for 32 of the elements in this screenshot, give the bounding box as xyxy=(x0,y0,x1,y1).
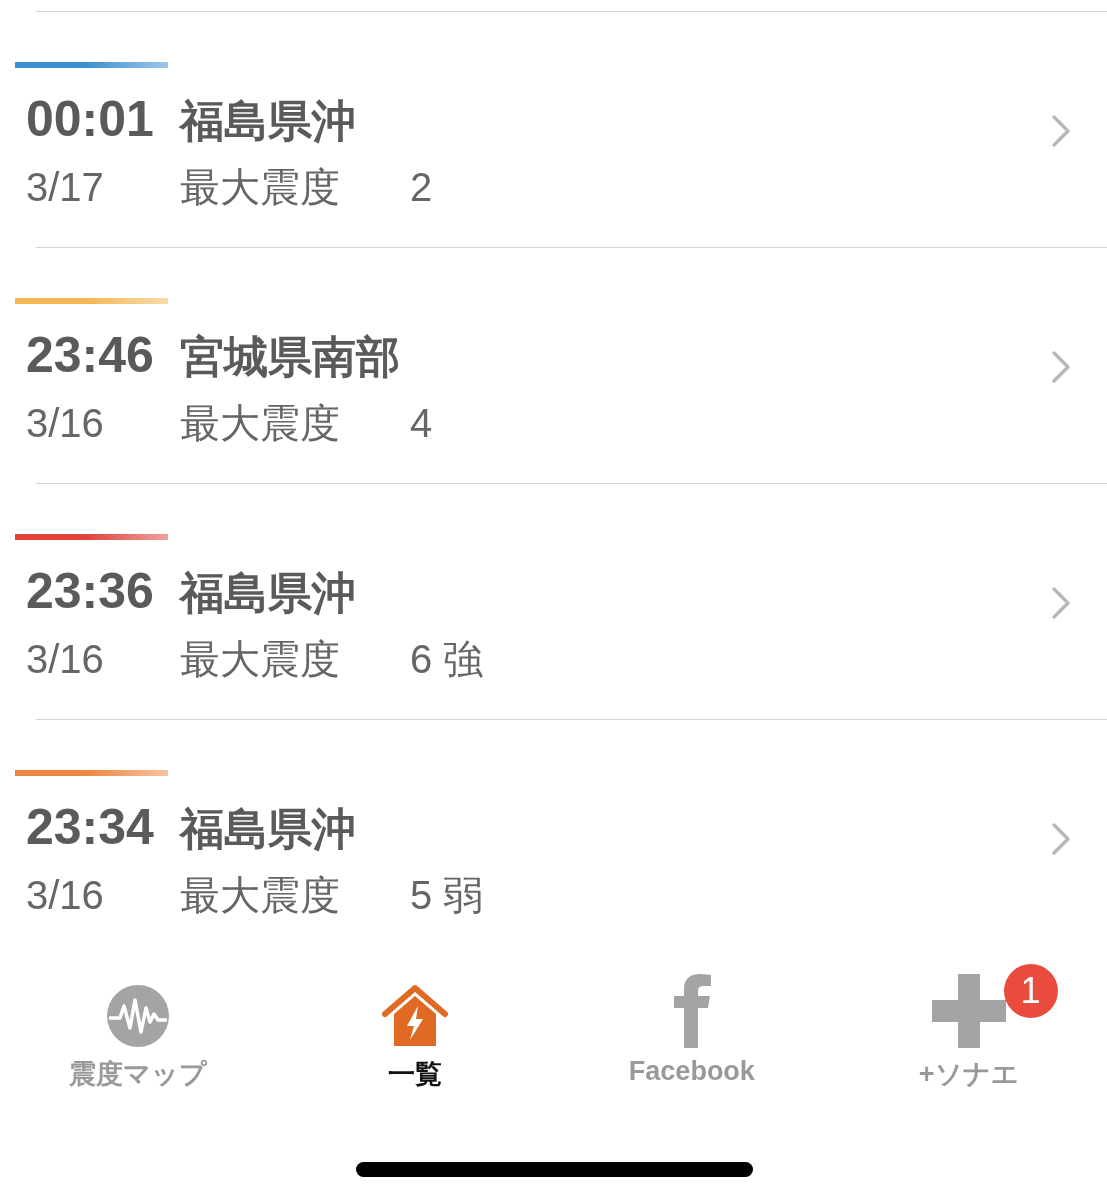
intensity-value: 2 xyxy=(410,165,433,210)
event-location: 福島県沖 xyxy=(180,95,356,147)
event-date: 3/16 xyxy=(26,401,105,446)
waveform-icon xyxy=(106,984,171,1048)
event-date: 3/16 xyxy=(26,873,105,918)
intensity-value: 6 強 xyxy=(410,636,484,683)
chevron-icon[interactable] xyxy=(1051,114,1071,148)
notification-badge: 1 xyxy=(1003,964,1058,1018)
event-location: 福島県沖 xyxy=(180,803,356,855)
intensity-value: 5 弱 xyxy=(410,872,484,919)
event-time: 00:01 xyxy=(26,90,155,148)
event-time: 23:46 xyxy=(26,326,155,384)
house-bolt-icon xyxy=(382,984,449,1048)
intensity-label: 最大震度 xyxy=(180,400,341,447)
tab[interactable]: 一覧 xyxy=(276,968,554,1092)
tab[interactable]: 震度マップ xyxy=(0,968,277,1092)
event-location: 宮城県南部 xyxy=(180,331,400,383)
intensity-label: 最大震度 xyxy=(180,164,341,211)
chevron-icon[interactable] xyxy=(1051,586,1071,620)
event-time: 23:36 xyxy=(26,562,155,620)
tab[interactable]: Facebook xyxy=(553,968,831,1092)
event-date: 3/17 xyxy=(26,165,105,210)
chevron-icon[interactable] xyxy=(1051,350,1071,384)
event-time: 23:34 xyxy=(26,798,155,856)
event-date: 3/16 xyxy=(26,637,105,682)
chevron-icon[interactable] xyxy=(1051,822,1071,856)
plus-icon xyxy=(931,974,1006,1048)
event-location: 福島県沖 xyxy=(180,567,356,619)
intensity-value: 4 xyxy=(410,401,433,446)
intensity-label: 最大震度 xyxy=(180,636,341,683)
intensity-label: 最大震度 xyxy=(180,872,341,919)
facebook-f-icon xyxy=(671,974,712,1048)
